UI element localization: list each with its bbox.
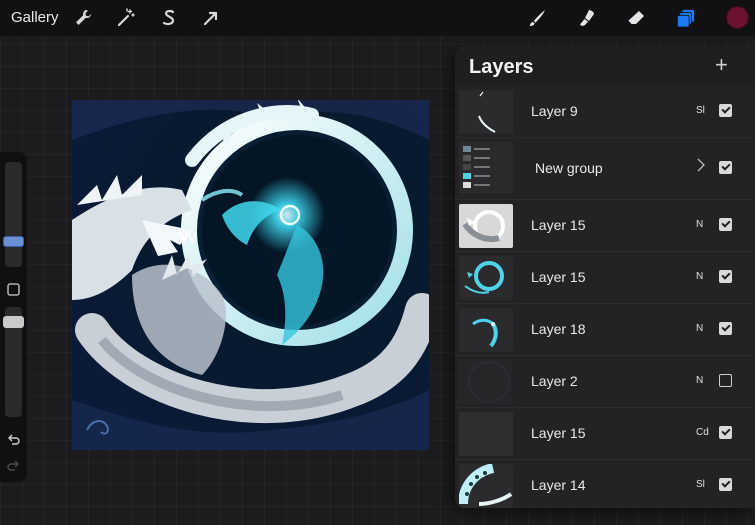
eraser-icon[interactable] bbox=[624, 6, 648, 30]
layer-row[interactable]: Layer 2 N bbox=[455, 356, 755, 408]
layer-name: Layer 14 bbox=[531, 477, 586, 493]
layer-name: Layer 2 bbox=[531, 373, 578, 389]
plus-icon[interactable]: + bbox=[715, 54, 728, 76]
layer-thumbnail bbox=[459, 412, 513, 456]
modify-square-icon[interactable] bbox=[6, 282, 21, 297]
brush-icon[interactable] bbox=[525, 6, 549, 30]
layer-row[interactable]: Layer 14 Sl bbox=[455, 460, 755, 508]
layer-thumbnail bbox=[459, 464, 513, 508]
visibility-checkbox[interactable] bbox=[719, 218, 732, 231]
layer-row[interactable]: Layer 15 N bbox=[455, 200, 755, 252]
layer-row[interactable]: Layer 9 Sl bbox=[455, 86, 755, 138]
brush-size-knob[interactable] bbox=[3, 236, 24, 247]
blend-mode-button[interactable]: N bbox=[696, 271, 703, 282]
layer-name: Layer 9 bbox=[531, 103, 578, 119]
layer-name: Layer 15 bbox=[531, 269, 586, 285]
layer-row[interactable]: Layer 15 Cd bbox=[455, 408, 755, 460]
layer-thumbnail bbox=[459, 308, 513, 352]
color-picker-button[interactable] bbox=[726, 6, 749, 29]
layer-row[interactable]: Layer 15 N bbox=[455, 252, 755, 304]
layer-name: Layer 18 bbox=[531, 321, 586, 337]
layer-group-row[interactable]: New group bbox=[455, 138, 755, 200]
visibility-checkbox[interactable] bbox=[719, 322, 732, 335]
visibility-checkbox[interactable] bbox=[719, 161, 732, 174]
visibility-checkbox[interactable] bbox=[719, 478, 732, 491]
layer-name: Layer 15 bbox=[531, 425, 586, 441]
blend-mode-button[interactable]: Cd bbox=[696, 427, 709, 438]
group-name: New group bbox=[535, 160, 603, 176]
brush-size-slider[interactable] bbox=[5, 162, 22, 267]
blend-mode-button[interactable]: N bbox=[696, 219, 703, 230]
layers-title: Layers bbox=[469, 56, 534, 78]
layer-row[interactable]: Layer 18 N bbox=[455, 304, 755, 356]
layer-thumbnail bbox=[459, 360, 513, 404]
blend-mode-button[interactable]: N bbox=[696, 323, 703, 334]
chevron-right-icon[interactable] bbox=[695, 158, 707, 172]
layer-name: Layer 15 bbox=[531, 217, 586, 233]
layer-thumbnail bbox=[459, 90, 513, 134]
group-thumbnail bbox=[459, 142, 513, 194]
drawing-canvas[interactable] bbox=[72, 100, 429, 450]
top-toolbar: Gallery bbox=[0, 0, 755, 36]
blend-mode-button[interactable]: N bbox=[696, 375, 703, 386]
visibility-checkbox[interactable] bbox=[719, 104, 732, 117]
blend-mode-button[interactable]: Sl bbox=[696, 479, 705, 490]
brush-opacity-knob[interactable] bbox=[3, 316, 24, 328]
visibility-checkbox[interactable] bbox=[719, 426, 732, 439]
layers-panel: Layers + Layer 9 Sl New group Layer 15 N… bbox=[455, 46, 755, 508]
gallery-button[interactable]: Gallery bbox=[11, 9, 59, 26]
layer-thumbnail bbox=[459, 256, 513, 300]
smudge-icon[interactable] bbox=[575, 6, 599, 30]
selection-s-icon[interactable] bbox=[157, 6, 181, 30]
redo-icon[interactable] bbox=[6, 458, 21, 473]
transform-arrow-icon[interactable] bbox=[199, 6, 223, 30]
layer-thumbnail bbox=[459, 204, 513, 248]
visibility-checkbox[interactable] bbox=[719, 270, 732, 283]
visibility-checkbox[interactable] bbox=[719, 374, 732, 387]
undo-icon[interactable] bbox=[6, 432, 21, 447]
wrench-icon[interactable] bbox=[71, 6, 95, 30]
left-sidebar bbox=[0, 152, 27, 482]
magic-wand-icon[interactable] bbox=[114, 6, 138, 30]
layers-icon[interactable] bbox=[674, 6, 698, 30]
blend-mode-button[interactable]: Sl bbox=[696, 105, 705, 116]
